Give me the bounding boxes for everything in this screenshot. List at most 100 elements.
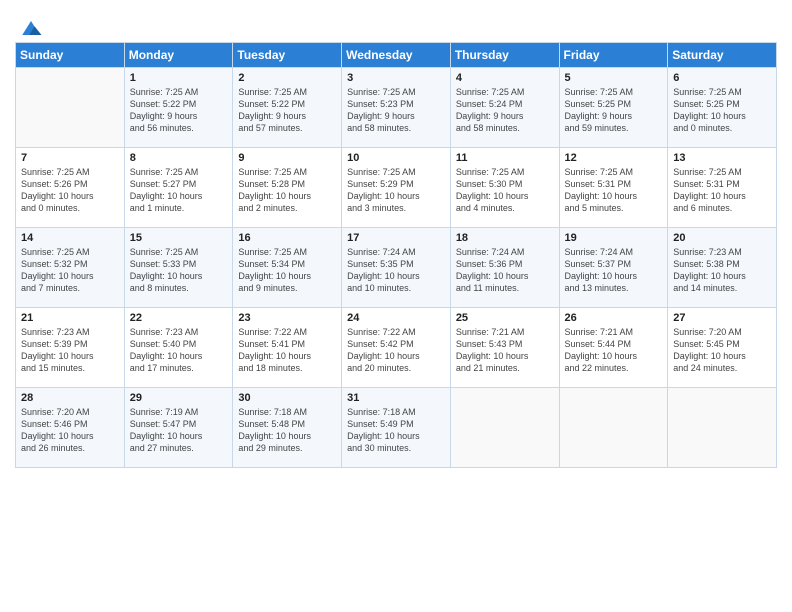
- day-number: 22: [130, 312, 228, 324]
- calendar-week-2: 7Sunrise: 7:25 AMSunset: 5:26 PMDaylight…: [16, 148, 777, 228]
- day-info: Sunrise: 7:25 AMSunset: 5:25 PMDaylight:…: [673, 86, 771, 135]
- calendar-cell: 7Sunrise: 7:25 AMSunset: 5:26 PMDaylight…: [16, 148, 125, 228]
- day-number: 23: [238, 312, 336, 324]
- calendar-cell: [668, 388, 777, 468]
- calendar-cell: 16Sunrise: 7:25 AMSunset: 5:34 PMDayligh…: [233, 228, 342, 308]
- calendar-cell: [559, 388, 668, 468]
- calendar-cell: 23 Sunrise: 7:22 AMSunset: 5:41 PMDayligh…: [233, 308, 342, 388]
- calendar-cell: 4 Sunrise: 7:25 AMSunset: 5:24 PMDaylight…: [450, 68, 559, 148]
- header-tuesday: Tuesday: [233, 43, 342, 68]
- day-number: 7: [21, 152, 119, 164]
- header-saturday: Saturday: [668, 43, 777, 68]
- day-info: Sunrise: 7:25 AMSunset: 5:34 PMDaylight:…: [238, 246, 336, 295]
- day-info: Sunrise: 7:22 AMSunset: 5:42 PMDaylight:…: [347, 326, 445, 375]
- day-info: Sunrise: 7:25 AMSunset: 5:29 PMDaylight:…: [347, 166, 445, 215]
- day-number: 6: [673, 72, 771, 84]
- calendar-cell: 12 Sunrise: 7:25 AMSunset: 5:31 PMDayligh…: [559, 148, 668, 228]
- day-info: Sunrise: 7:24 AMSunset: 5:37 PMDaylight:…: [565, 246, 663, 295]
- day-info: Sunrise: 7:18 AMSunset: 5:49 PMDaylight:…: [347, 406, 445, 455]
- day-info: Sunrise: 7:25 AMSunset: 5:22 PMDaylight:…: [238, 86, 336, 135]
- day-info: Sunrise: 7:24 AMSunset: 5:35 PMDaylight:…: [347, 246, 445, 295]
- calendar-cell: 28 Sunrise: 7:20 AMSunset: 5:46 PMDayligh…: [16, 388, 125, 468]
- day-number: 31: [347, 392, 445, 404]
- calendar-cell: [16, 68, 125, 148]
- day-number: 17: [347, 232, 445, 244]
- calendar-table: SundayMondayTuesdayWednesdayThursdayFrid…: [15, 42, 777, 468]
- calendar-week-1: 1 Sunrise: 7:25 AMSunset: 5:22 PMDaylight…: [16, 68, 777, 148]
- calendar-cell: 18 Sunrise: 7:24 AMSunset: 5:36 PMDayligh…: [450, 228, 559, 308]
- day-number: 29: [130, 392, 228, 404]
- day-number: 13: [673, 152, 771, 164]
- day-number: 30: [238, 392, 336, 404]
- calendar-cell: 5 Sunrise: 7:25 AMSunset: 5:25 PMDaylight…: [559, 68, 668, 148]
- day-info: Sunrise: 7:25 AMSunset: 5:31 PMDaylight:…: [673, 166, 771, 215]
- day-number: 24: [347, 312, 445, 324]
- day-number: 10: [347, 152, 445, 164]
- day-number: 9: [238, 152, 336, 164]
- day-number: 20: [673, 232, 771, 244]
- header-sunday: Sunday: [16, 43, 125, 68]
- day-info: Sunrise: 7:18 AMSunset: 5:48 PMDaylight:…: [238, 406, 336, 455]
- calendar-cell: 19Sunrise: 7:24 AMSunset: 5:37 PMDayligh…: [559, 228, 668, 308]
- calendar-cell: 20Sunrise: 7:23 AMSunset: 5:38 PMDayligh…: [668, 228, 777, 308]
- calendar-cell: 29Sunrise: 7:19 AMSunset: 5:47 PMDayligh…: [124, 388, 233, 468]
- calendar-cell: 13 Sunrise: 7:25 AMSunset: 5:31 PMDayligh…: [668, 148, 777, 228]
- day-number: 8: [130, 152, 228, 164]
- calendar-cell: 1 Sunrise: 7:25 AMSunset: 5:22 PMDaylight…: [124, 68, 233, 148]
- day-info: Sunrise: 7:25 AMSunset: 5:22 PMDaylight:…: [130, 86, 228, 135]
- day-number: 1: [130, 72, 228, 84]
- day-number: 11: [456, 152, 554, 164]
- day-number: 27: [673, 312, 771, 324]
- day-info: Sunrise: 7:25 AMSunset: 5:24 PMDaylight:…: [456, 86, 554, 135]
- calendar-cell: 21Sunrise: 7:23 AMSunset: 5:39 PMDayligh…: [16, 308, 125, 388]
- calendar-week-4: 21Sunrise: 7:23 AMSunset: 5:39 PMDayligh…: [16, 308, 777, 388]
- calendar-cell: 11 Sunrise: 7:25 AMSunset: 5:30 PMDayligh…: [450, 148, 559, 228]
- day-number: 21: [21, 312, 119, 324]
- calendar-cell: 10 Sunrise: 7:25 AMSunset: 5:29 PMDayligh…: [342, 148, 451, 228]
- calendar-cell: 31 Sunrise: 7:18 AMSunset: 5:49 PMDayligh…: [342, 388, 451, 468]
- day-number: 18: [456, 232, 554, 244]
- calendar-cell: 14Sunrise: 7:25 AMSunset: 5:32 PMDayligh…: [16, 228, 125, 308]
- day-info: Sunrise: 7:23 AMSunset: 5:40 PMDaylight:…: [130, 326, 228, 375]
- day-info: Sunrise: 7:21 AMSunset: 5:43 PMDaylight:…: [456, 326, 554, 375]
- calendar-header-row: SundayMondayTuesdayWednesdayThursdayFrid…: [16, 43, 777, 68]
- day-info: Sunrise: 7:25 AMSunset: 5:25 PMDaylight:…: [565, 86, 663, 135]
- day-info: Sunrise: 7:22 AMSunset: 5:41 PMDaylight:…: [238, 326, 336, 375]
- day-number: 4: [456, 72, 554, 84]
- day-info: Sunrise: 7:25 AMSunset: 5:32 PMDaylight:…: [21, 246, 119, 295]
- day-info: Sunrise: 7:20 AMSunset: 5:46 PMDaylight:…: [21, 406, 119, 455]
- header-thursday: Thursday: [450, 43, 559, 68]
- day-number: 26: [565, 312, 663, 324]
- page-header: [15, 10, 777, 38]
- calendar-cell: 22 Sunrise: 7:23 AMSunset: 5:40 PMDayligh…: [124, 308, 233, 388]
- day-number: 3: [347, 72, 445, 84]
- page-container: SundayMondayTuesdayWednesdayThursdayFrid…: [0, 0, 792, 478]
- day-number: 5: [565, 72, 663, 84]
- calendar-cell: 2 Sunrise: 7:25 AMSunset: 5:22 PMDaylight…: [233, 68, 342, 148]
- header-wednesday: Wednesday: [342, 43, 451, 68]
- logo-icon: [17, 14, 45, 42]
- calendar-week-5: 28 Sunrise: 7:20 AMSunset: 5:46 PMDayligh…: [16, 388, 777, 468]
- day-info: Sunrise: 7:24 AMSunset: 5:36 PMDaylight:…: [456, 246, 554, 295]
- calendar-cell: 26 Sunrise: 7:21 AMSunset: 5:44 PMDayligh…: [559, 308, 668, 388]
- calendar-cell: 3 Sunrise: 7:25 AMSunset: 5:23 PMDaylight…: [342, 68, 451, 148]
- header-friday: Friday: [559, 43, 668, 68]
- day-number: 2: [238, 72, 336, 84]
- calendar-cell: 27Sunrise: 7:20 AMSunset: 5:45 PMDayligh…: [668, 308, 777, 388]
- day-info: Sunrise: 7:21 AMSunset: 5:44 PMDaylight:…: [565, 326, 663, 375]
- calendar-cell: 15Sunrise: 7:25 AMSunset: 5:33 PMDayligh…: [124, 228, 233, 308]
- calendar-cell: 8Sunrise: 7:25 AMSunset: 5:27 PMDaylight…: [124, 148, 233, 228]
- calendar-cell: 30 Sunrise: 7:18 AMSunset: 5:48 PMDayligh…: [233, 388, 342, 468]
- day-info: Sunrise: 7:25 AMSunset: 5:33 PMDaylight:…: [130, 246, 228, 295]
- day-info: Sunrise: 7:25 AMSunset: 5:30 PMDaylight:…: [456, 166, 554, 215]
- header-monday: Monday: [124, 43, 233, 68]
- calendar-cell: 9Sunrise: 7:25 AMSunset: 5:28 PMDaylight…: [233, 148, 342, 228]
- calendar-cell: 17 Sunrise: 7:24 AMSunset: 5:35 PMDayligh…: [342, 228, 451, 308]
- day-info: Sunrise: 7:25 AMSunset: 5:31 PMDaylight:…: [565, 166, 663, 215]
- day-info: Sunrise: 7:25 AMSunset: 5:23 PMDaylight:…: [347, 86, 445, 135]
- day-number: 25: [456, 312, 554, 324]
- calendar-cell: 24 Sunrise: 7:22 AMSunset: 5:42 PMDayligh…: [342, 308, 451, 388]
- day-number: 28: [21, 392, 119, 404]
- day-number: 12: [565, 152, 663, 164]
- calendar-week-3: 14Sunrise: 7:25 AMSunset: 5:32 PMDayligh…: [16, 228, 777, 308]
